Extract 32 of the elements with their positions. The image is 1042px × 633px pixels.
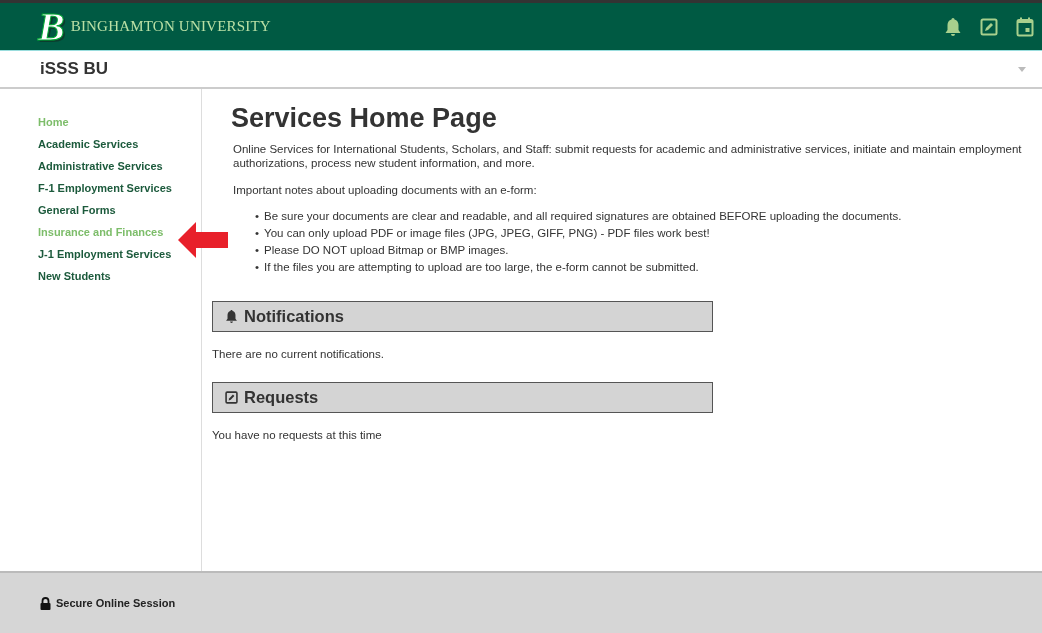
bullet-mark: • bbox=[255, 261, 260, 273]
section-title: Notifications bbox=[244, 307, 344, 326]
empty-message: There are no current notifications. bbox=[212, 348, 385, 360]
sidebar-link[interactable]: New Students bbox=[38, 270, 111, 282]
university-name: BINGHAMTON UNIVERSITY bbox=[70, 18, 271, 35]
page-title: Services Home Page bbox=[231, 103, 498, 134]
site-title: iSSS BU bbox=[40, 59, 109, 79]
session-status: Secure Online Session bbox=[56, 597, 176, 609]
calendar-icon[interactable] bbox=[1016, 16, 1034, 37]
bullet-mark: • bbox=[255, 244, 260, 256]
sidebar-link[interactable]: Administrative Services bbox=[38, 160, 163, 172]
pointer-arrow bbox=[178, 221, 228, 259]
lock-icon bbox=[40, 596, 51, 610]
note-text: If the files you are attempting to upload are too large, the e-form cannot be submitted. bbox=[264, 261, 699, 273]
bell-icon[interactable] bbox=[944, 16, 962, 37]
note-text: Be sure your documents are clear and readable, and all required signatures are obtained BEFORE uploading the documents. bbox=[264, 210, 902, 222]
section-title: Requests bbox=[244, 388, 319, 407]
bell-icon bbox=[225, 309, 238, 324]
bullet-mark: • bbox=[255, 227, 260, 239]
sidebar-link[interactable]: Academic Services bbox=[38, 138, 139, 150]
university-logo[interactable]: B bbox=[38, 6, 65, 47]
notes-heading: Important notes about uploading documents with an e-form: bbox=[233, 183, 538, 197]
edit-icon bbox=[225, 391, 238, 404]
sidebar-link[interactable]: J-1 Employment Services bbox=[38, 248, 172, 260]
sidebar-link[interactable]: General Forms bbox=[38, 204, 116, 216]
edit-icon[interactable] bbox=[980, 17, 998, 36]
bullet-mark: • bbox=[255, 210, 260, 222]
intro-text: Online Services for International Students, Scholars, and Staff: submit requests for academic and administrative services, initiate and maintain employment authorizations, process new student information, and more. bbox=[233, 142, 1023, 170]
empty-message: You have no requests at this time bbox=[212, 429, 383, 441]
sidebar-link[interactable]: F-1 Employment Services bbox=[38, 182, 172, 194]
note-text: You can only upload PDF or image files (JPG, JPEG, GIFF, PNG) - PDF files work best! bbox=[264, 227, 710, 239]
note-text: Please DO NOT upload Bitmap or BMP images. bbox=[264, 244, 509, 256]
